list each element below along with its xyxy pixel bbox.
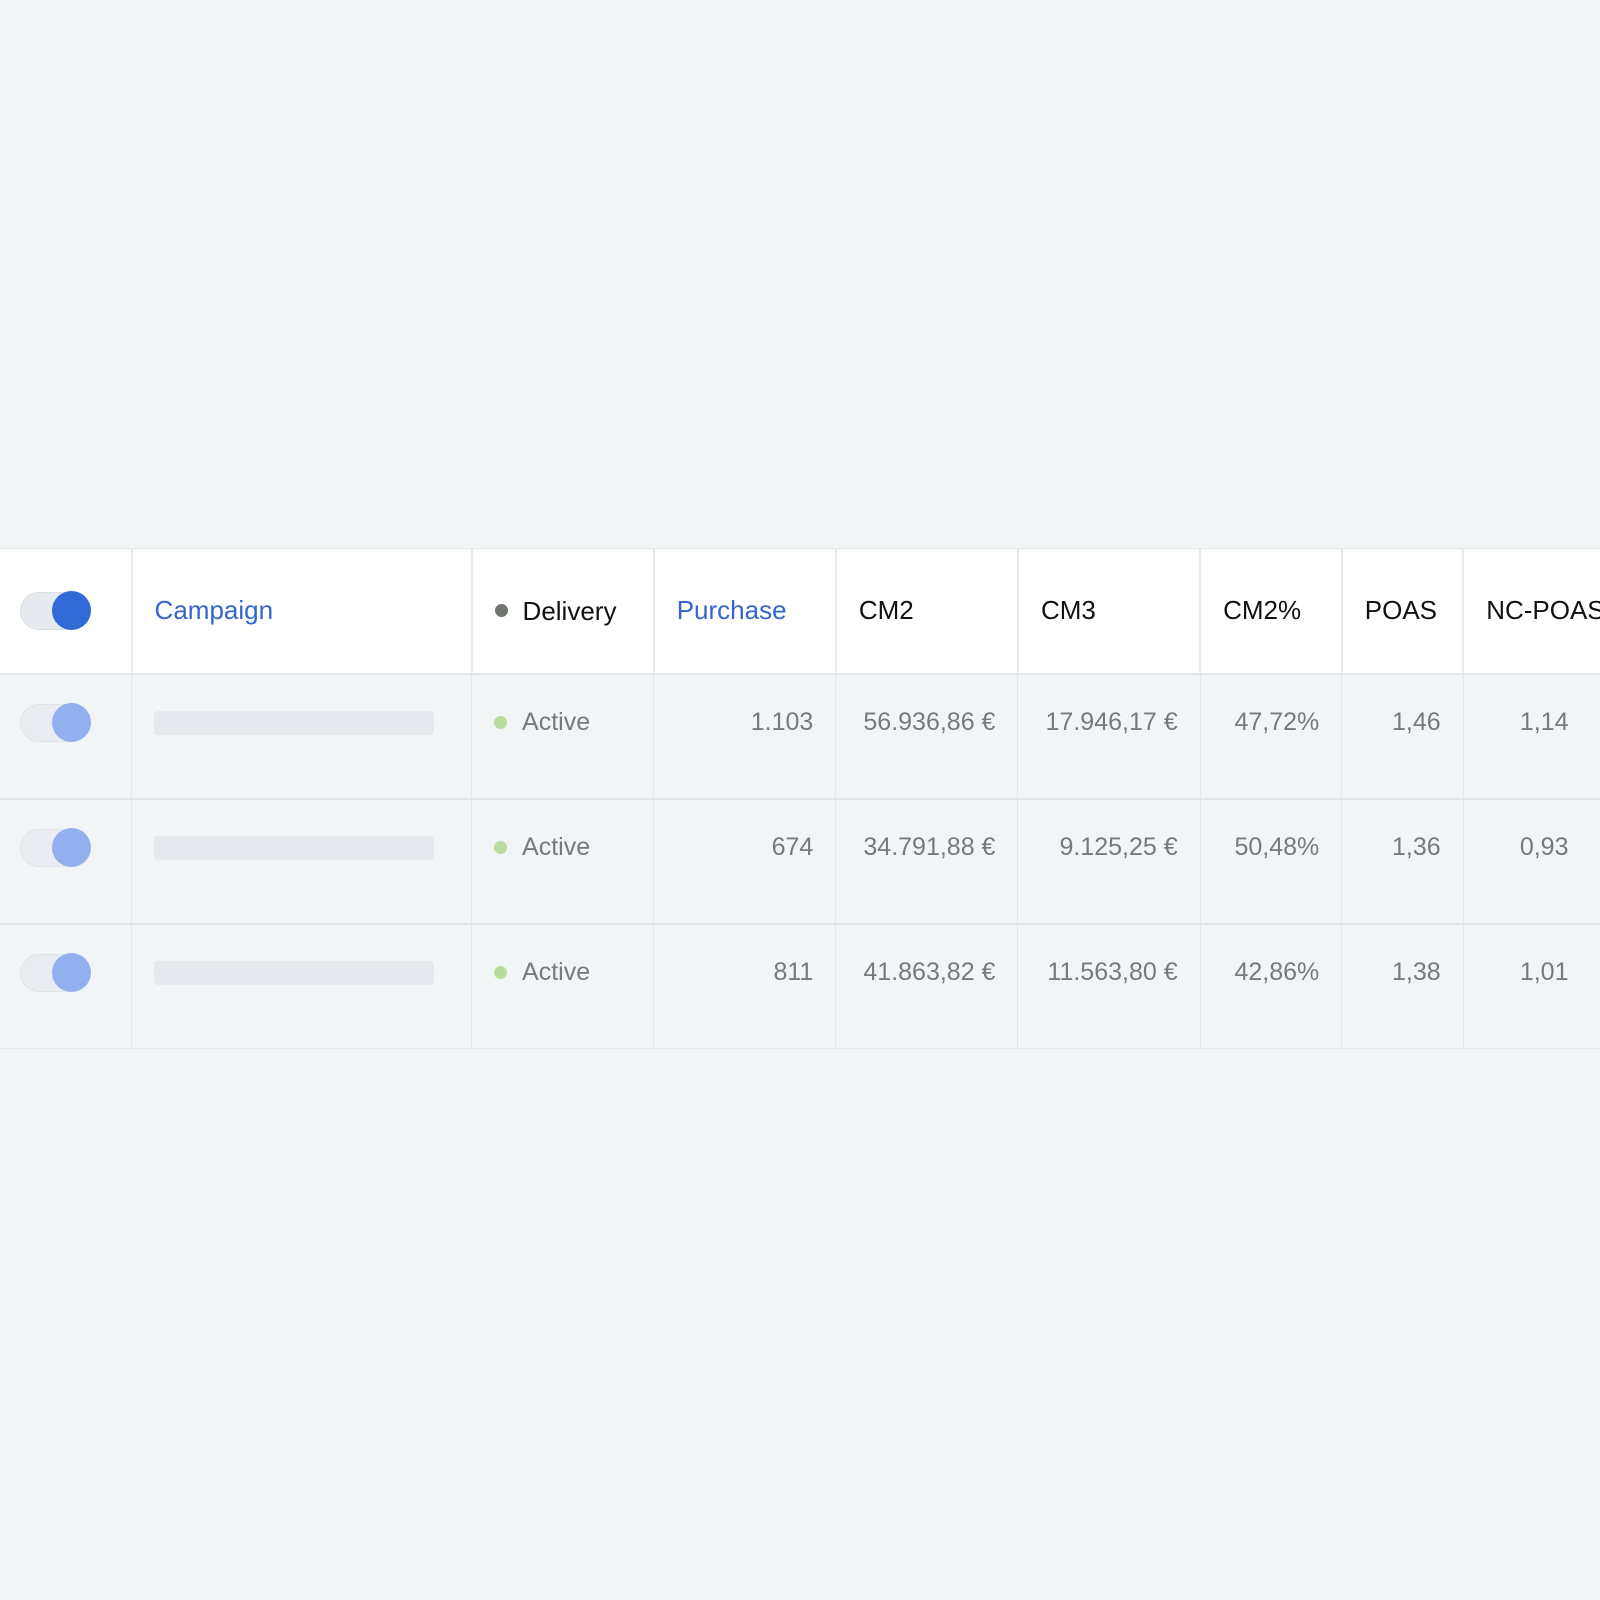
cm3-value: 9.125,25 € xyxy=(1059,833,1178,861)
delivery-status: Active xyxy=(522,708,591,736)
column-header-delivery[interactable]: Delivery xyxy=(471,548,655,675)
table-row: Active 1.103 56.936,86 € 17.946,17 € 47,… xyxy=(0,673,1600,800)
poas-cell: 1,46 xyxy=(1341,673,1464,800)
cm3-cell: 9.125,25 € xyxy=(1017,798,1201,925)
nc-poas-value: 0,93 xyxy=(1519,833,1569,861)
active-status-dot-icon xyxy=(494,966,508,979)
cm2-percent-cell: 47,72% xyxy=(1200,673,1343,800)
cm2-value: 56.936,86 € xyxy=(863,708,996,736)
cm2-cell: 56.936,86 € xyxy=(835,673,1019,800)
cm3-cell: 11.563,80 € xyxy=(1017,923,1201,1049)
cm2-percent-value: 50,48% xyxy=(1234,833,1320,861)
campaign-name-cell[interactable] xyxy=(131,798,473,925)
poas-value: 1,46 xyxy=(1392,708,1441,736)
header-toggle-cell xyxy=(0,548,133,675)
poas-cell: 1,38 xyxy=(1341,923,1464,1049)
active-status-dot-icon xyxy=(494,841,508,854)
column-header-label: Delivery xyxy=(522,595,617,626)
delivery-cell: Active xyxy=(471,673,655,800)
column-header-poas[interactable]: POAS xyxy=(1341,548,1465,675)
nc-poas-cell: 0,93 xyxy=(1463,798,1600,925)
cm3-cell: 17.946,17 € xyxy=(1017,673,1201,800)
nc-poas-cell: 1,14 xyxy=(1463,673,1600,800)
purchase-value: 811 xyxy=(773,958,814,986)
cm2-percent-cell: 50,48% xyxy=(1200,798,1343,925)
cm2-percent-value: 42,86% xyxy=(1234,958,1320,986)
column-header-label: POAS xyxy=(1364,595,1438,626)
column-header-campaign[interactable]: Campaign xyxy=(131,548,473,675)
toggle-knob xyxy=(52,827,91,867)
column-header-label: Campaign xyxy=(154,595,274,626)
column-header-cm2[interactable]: CM2 xyxy=(835,548,1019,675)
cm3-value: 17.946,17 € xyxy=(1045,708,1178,736)
purchase-cell: 1.103 xyxy=(653,673,837,800)
poas-cell: 1,36 xyxy=(1341,798,1464,925)
poas-value: 1,36 xyxy=(1392,833,1441,861)
header-row: Campaign Delivery Purchase CM2 CM3 CM2% … xyxy=(0,548,1600,675)
toggle-knob xyxy=(52,590,91,630)
cm2-value: 34.791,88 € xyxy=(863,833,996,861)
campaign-name-placeholder xyxy=(154,710,435,735)
cm2-cell: 41.863,82 € xyxy=(835,923,1019,1049)
row-toggle-cell xyxy=(0,798,133,925)
delivery-status: Active xyxy=(522,958,591,986)
campaign-table: Campaign Delivery Purchase CM2 CM3 CM2% … xyxy=(0,548,1600,1049)
delivery-cell: Active xyxy=(471,798,655,925)
column-header-purchase[interactable]: Purchase xyxy=(653,548,837,675)
cm2-cell: 34.791,88 € xyxy=(835,798,1019,925)
campaign-toggle[interactable] xyxy=(20,827,91,867)
campaign-name-cell[interactable] xyxy=(131,673,473,800)
column-header-nc-poas[interactable]: NC-POAS xyxy=(1463,548,1600,675)
nc-poas-value: 1,14 xyxy=(1519,708,1569,736)
table-body: Active 1.103 56.936,86 € 17.946,17 € 47,… xyxy=(0,673,1600,1049)
cm2-percent-cell: 42,86% xyxy=(1200,923,1343,1049)
active-status-dot-icon xyxy=(494,716,508,729)
delivery-cell: Active xyxy=(471,923,655,1049)
purchase-cell: 811 xyxy=(653,923,837,1049)
campaign-name-cell[interactable] xyxy=(131,923,473,1049)
delivery-status: Active xyxy=(522,833,591,861)
nc-poas-cell: 1,01 xyxy=(1463,923,1600,1049)
delivery-status-dot-icon xyxy=(494,604,508,618)
toggle-knob xyxy=(52,702,91,742)
purchase-value: 674 xyxy=(771,833,814,861)
column-header-label: CM3 xyxy=(1040,595,1096,626)
select-all-toggle[interactable] xyxy=(20,590,91,630)
campaign-table-container: Campaign Delivery Purchase CM2 CM3 CM2% … xyxy=(0,548,1600,1049)
column-header-label: Purchase xyxy=(676,595,787,626)
campaign-name-placeholder xyxy=(154,835,435,860)
table-header: Campaign Delivery Purchase CM2 CM3 CM2% … xyxy=(0,548,1600,675)
table-row: Active 674 34.791,88 € 9.125,25 € 50,48%… xyxy=(0,798,1600,925)
purchase-value: 1.103 xyxy=(750,708,814,736)
campaign-name-placeholder xyxy=(154,960,435,985)
toggle-knob xyxy=(52,952,91,992)
cm3-value: 11.563,80 € xyxy=(1047,958,1178,986)
purchase-cell: 674 xyxy=(653,798,837,925)
column-header-cm2-percent[interactable]: CM2% xyxy=(1200,548,1343,675)
column-header-cm3[interactable]: CM3 xyxy=(1017,548,1202,675)
column-header-label: CM2 xyxy=(858,595,914,626)
campaign-toggle[interactable] xyxy=(20,702,91,742)
column-header-label: NC-POAS xyxy=(1486,595,1600,626)
table-row: Active 811 41.863,82 € 11.563,80 € 42,86… xyxy=(0,923,1600,1049)
cm2-value: 41.863,82 € xyxy=(863,958,996,986)
nc-poas-value: 1,01 xyxy=(1519,958,1569,986)
column-header-label: CM2% xyxy=(1223,595,1302,626)
row-toggle-cell xyxy=(0,923,133,1049)
poas-value: 1,38 xyxy=(1392,958,1441,986)
cm2-percent-value: 47,72% xyxy=(1234,708,1320,736)
campaign-toggle[interactable] xyxy=(20,952,91,992)
row-toggle-cell xyxy=(0,673,133,800)
